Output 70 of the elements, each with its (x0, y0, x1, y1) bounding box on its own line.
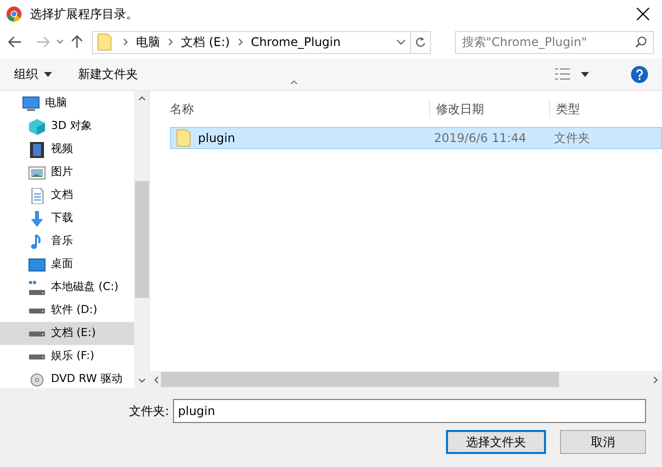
sidebar-item[interactable]: 下载 (0, 207, 134, 230)
file-row[interactable]: plugin 2019/6/6 11:44 文件夹 (170, 127, 662, 149)
file-type: 文件夹 (553, 130, 590, 147)
caret-icon (44, 72, 52, 76)
drive-icon (28, 308, 46, 314)
desktop-icon (28, 256, 46, 272)
column-header[interactable]: 类型 (556, 102, 580, 116)
address-bar[interactable]: 电脑 文档 (E:) Chrome_Plugin (92, 30, 431, 54)
sidebar-item[interactable]: 桌面 (0, 253, 134, 276)
list-view-icon (555, 68, 571, 80)
chevron-right-icon (168, 38, 173, 46)
chevron-down-icon[interactable] (396, 37, 406, 47)
refresh-icon (415, 36, 426, 48)
search-icon (635, 36, 647, 48)
sidebar-item[interactable]: DVD RW 驱动 (0, 368, 134, 388)
down-arrow-icon (28, 210, 46, 226)
scrollbar-thumb[interactable] (161, 372, 559, 387)
disc-icon (28, 372, 46, 388)
chevron-down-icon[interactable] (138, 378, 146, 383)
organize-menu[interactable]: 组织 (14, 65, 52, 83)
sidebar-item[interactable]: 本地磁盘 (C:) (0, 276, 134, 299)
drive-icon (28, 280, 46, 296)
breadcrumb[interactable]: 电脑 (134, 33, 162, 51)
chevron-up-icon[interactable] (138, 96, 146, 101)
drive-icon (28, 354, 46, 360)
select-folder-button[interactable]: 选择文件夹 (446, 430, 546, 454)
close-icon[interactable] (636, 7, 650, 21)
chevron-right-icon (123, 38, 128, 46)
chevron-down-icon[interactable] (56, 38, 64, 46)
view-menu[interactable] (555, 68, 589, 80)
browser-logo-icon (6, 6, 22, 22)
chevron-right-icon[interactable] (653, 376, 658, 384)
sidebar-item[interactable]: 视频 (0, 138, 134, 161)
sidebar-item[interactable]: 软件 (D:) (0, 299, 134, 322)
new-folder-button[interactable]: 新建文件夹 (78, 65, 138, 83)
window-title: 选择扩展程序目录。 (30, 6, 138, 23)
sidebar-item[interactable]: 3D 对象 (0, 115, 134, 138)
back-arrow-icon[interactable] (8, 35, 22, 49)
monitor-icon (22, 96, 40, 112)
caret-icon (581, 72, 589, 76)
up-arrow-icon[interactable] (70, 35, 84, 49)
sidebar-item[interactable]: 娱乐 (F:) (0, 345, 134, 368)
chevron-right-icon (238, 38, 243, 46)
modified-date: 2019/6/6 11:44 (433, 130, 528, 147)
picture-icon (28, 164, 46, 180)
search-field[interactable]: 搜索"Chrome_Plugin" (455, 30, 654, 54)
sidebar-item[interactable]: 音乐 (0, 230, 134, 253)
folder-icon (176, 129, 192, 147)
horizontal-scrollbar[interactable] (150, 371, 662, 388)
breadcrumb[interactable]: Chrome_Plugin (248, 33, 343, 51)
file-name: plugin (198, 130, 236, 147)
scrollbar-thumb[interactable] (134, 181, 148, 298)
folder-name-field[interactable]: plugin (173, 399, 646, 423)
folder-icon (97, 33, 113, 51)
cancel-button[interactable]: 取消 (560, 430, 646, 454)
sidebar-item[interactable]: 文档 (E:) (0, 322, 134, 345)
column-header[interactable]: 修改日期 (436, 102, 484, 116)
help-icon[interactable] (631, 66, 648, 82)
sidebar-item[interactable]: 文档 (0, 184, 134, 207)
cube-icon (28, 118, 46, 134)
chevron-left-icon[interactable] (154, 376, 159, 384)
sidebar-item[interactable]: 电脑 (0, 92, 134, 115)
vertical-scrollbar[interactable] (134, 91, 149, 388)
breadcrumb[interactable]: 文档 (E:) (179, 33, 232, 51)
folder-label: 文件夹: (128, 403, 169, 420)
column-header[interactable]: 名称 (170, 102, 194, 116)
sidebar-item[interactable]: 图片 (0, 161, 134, 184)
sort-caret-icon (290, 80, 298, 85)
film-icon (28, 142, 46, 158)
drive-icon (28, 330, 46, 336)
